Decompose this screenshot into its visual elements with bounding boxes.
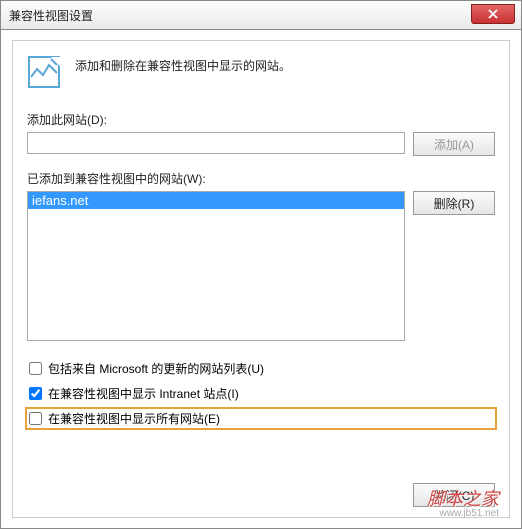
close-icon[interactable]	[471, 4, 515, 24]
add-label: 添加此网站(D):	[27, 111, 495, 128]
list-row: iefans.net 删除(R)	[27, 191, 495, 341]
checkbox-input[interactable]	[29, 387, 42, 400]
watermark-url: www.jb51.net	[440, 508, 499, 519]
checkbox-label: 在兼容性视图中显示所有网站(E)	[48, 410, 220, 427]
checkbox-label: 在兼容性视图中显示 Intranet 站点(I)	[48, 385, 239, 402]
checkbox-label: 包括来自 Microsoft 的更新的网站列表(U)	[48, 360, 264, 377]
checkbox-group: 包括来自 Microsoft 的更新的网站列表(U) 在兼容性视图中显示 Int…	[27, 359, 495, 428]
close-button[interactable]: 关闭(C)	[413, 483, 495, 507]
checkbox-all-sites[interactable]: 在兼容性视图中显示所有网站(E)	[27, 409, 495, 428]
header-row: 添加和删除在兼容性视图中显示的网站。	[27, 55, 495, 89]
add-button[interactable]: 添加(A)	[413, 132, 495, 156]
add-row: 添加(A)	[27, 132, 495, 156]
dialog-body: 添加和删除在兼容性视图中显示的网站。 添加此网站(D): 添加(A) 已添加到兼…	[0, 30, 522, 529]
checkbox-microsoft-update[interactable]: 包括来自 Microsoft 的更新的网站列表(U)	[27, 359, 495, 378]
list-label: 已添加到兼容性视图中的网站(W):	[27, 170, 495, 187]
compat-icon	[27, 55, 61, 89]
list-item[interactable]: iefans.net	[28, 192, 404, 209]
title-bar: 兼容性视图设置	[0, 0, 522, 30]
website-listbox[interactable]: iefans.net	[27, 191, 405, 341]
checkbox-input[interactable]	[29, 412, 42, 425]
checkbox-intranet[interactable]: 在兼容性视图中显示 Intranet 站点(I)	[27, 384, 495, 403]
remove-button[interactable]: 删除(R)	[413, 191, 495, 215]
add-website-input[interactable]	[27, 132, 405, 154]
inner-panel: 添加和删除在兼容性视图中显示的网站。 添加此网站(D): 添加(A) 已添加到兼…	[12, 40, 510, 518]
header-description: 添加和删除在兼容性视图中显示的网站。	[75, 55, 291, 74]
window-title: 兼容性视图设置	[9, 7, 93, 24]
checkbox-input[interactable]	[29, 362, 42, 375]
